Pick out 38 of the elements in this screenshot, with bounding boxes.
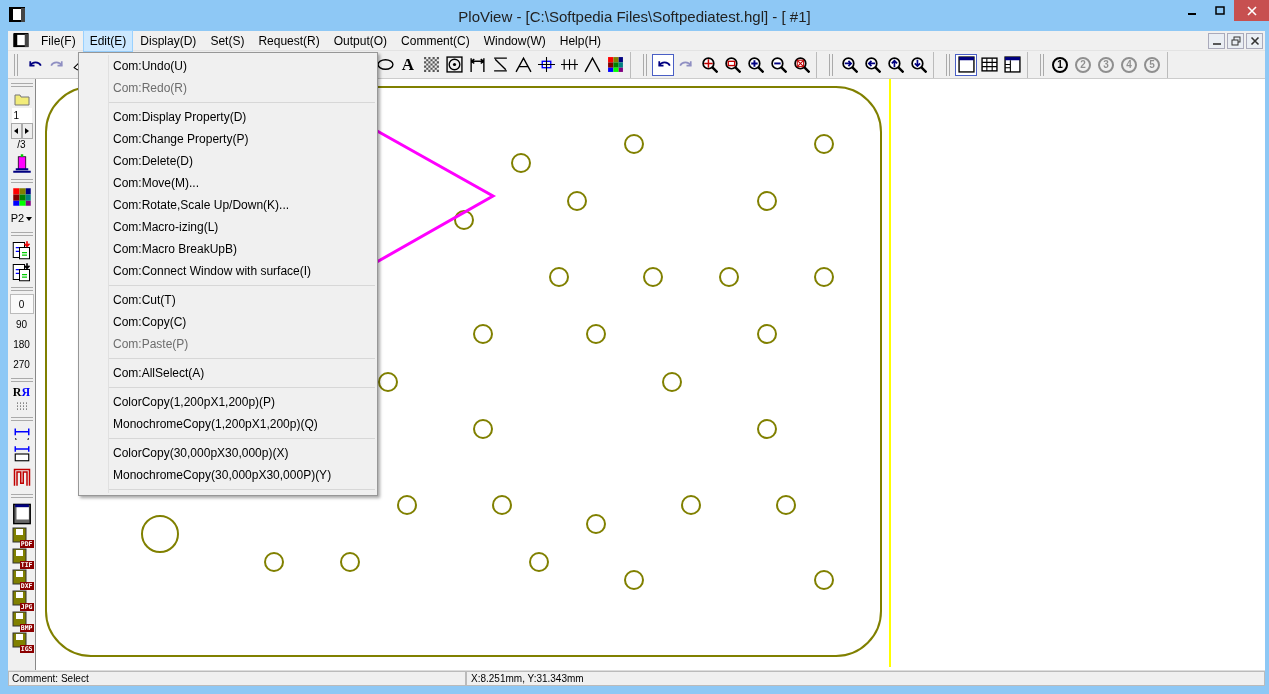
menu-item[interactable]: Com:Macro-izing(L) xyxy=(81,216,375,238)
menu-item[interactable]: ColorCopy(1,200pX1,200p)(P) xyxy=(81,391,375,413)
menu-item[interactable]: Com:Display Property(D) xyxy=(81,106,375,128)
menu-item[interactable]: Edit(E) xyxy=(82,29,134,52)
menu-item[interactable]: Com:Rotate,Scale Up/Down(K)... xyxy=(81,194,375,216)
mirror-label: Я xyxy=(21,385,31,399)
menu-item[interactable]: Com:Macro BreakUpB) xyxy=(81,238,375,260)
menu-item[interactable]: Com:Change Property(P) xyxy=(81,128,375,150)
menu-item[interactable]: Comment(C) xyxy=(394,29,477,52)
window-title: PloView - [C:\Softpedia Files\Softpediatest.hgl] - [ #1] xyxy=(457,7,812,27)
menu-item[interactable]: Output(O) xyxy=(326,29,395,52)
menu-item[interactable]: Com:AllSelect(A) xyxy=(81,362,375,384)
menu-item[interactable]: Display(D) xyxy=(133,29,204,52)
rotation-button[interactable]: 270 xyxy=(9,354,34,374)
menu-item[interactable]: Com:Move(M)... xyxy=(81,172,375,194)
menu-item[interactable]: Help(H) xyxy=(552,29,609,52)
page-field[interactable]: 1 xyxy=(11,108,32,123)
menu-item[interactable]: Window(W) xyxy=(476,29,553,52)
palette-dropdown[interactable]: P2 xyxy=(8,208,35,228)
rotation-button[interactable]: 180 xyxy=(9,334,34,354)
status-comment: Comment: Select xyxy=(8,671,466,686)
rotation-button[interactable]: 90 xyxy=(9,314,34,334)
menu-item[interactable]: ColorCopy(30,000pX30,000p)(X) xyxy=(81,442,375,464)
menu-item[interactable]: Com:Undo(U) xyxy=(81,55,375,77)
menu-item[interactable]: Com:Cut(T) xyxy=(81,289,375,311)
menu-item[interactable]: Request(R) xyxy=(251,29,327,52)
page-count: /3 xyxy=(17,139,26,151)
menu-item[interactable]: Com:Delete(D) xyxy=(81,150,375,172)
menu-item[interactable]: Com:Copy(C) xyxy=(81,311,375,333)
menu-item[interactable]: MonochromeCopy(30,000pX30,000P)(Y) xyxy=(81,464,375,486)
text-tool-button[interactable]: A xyxy=(397,53,419,76)
cursor-coordinates: X:8.251mm, Y:31.343mm xyxy=(466,671,1265,686)
mirror-label: R xyxy=(12,385,22,399)
menu-item[interactable]: Set(S) xyxy=(203,29,252,52)
rotation-button[interactable]: 0 xyxy=(9,294,34,314)
menu-item[interactable]: Com:Connect Window with surface(I) xyxy=(81,260,375,282)
menu-item[interactable]: File(F) xyxy=(34,29,83,52)
menu-item[interactable]: MonochromeCopy(1,200pX1,200p)(Q) xyxy=(81,413,375,435)
